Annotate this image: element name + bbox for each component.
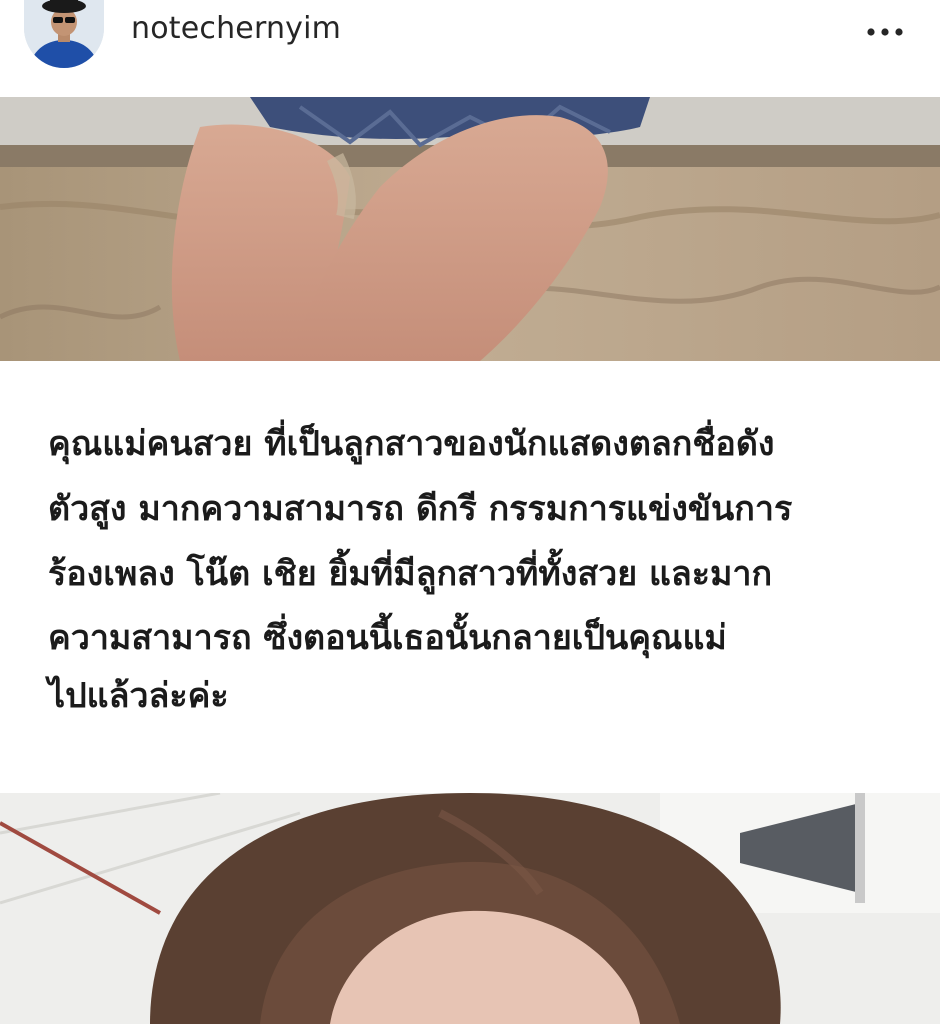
more-options-button[interactable] <box>858 15 912 49</box>
caption-line: ไปแล้วล่ะค่ะ <box>48 676 229 716</box>
post-photo-bottom[interactable] <box>0 793 940 1024</box>
more-options-icon <box>867 28 903 36</box>
profile-photo-icon <box>24 0 104 68</box>
caption-line: ร้องเพลง โน๊ต เชิย ยิ้มที่มีลูกสาวที่ทั้… <box>48 554 773 594</box>
username-link[interactable]: notechernyim <box>131 11 341 46</box>
post-photo-top[interactable] <box>0 97 940 361</box>
caption-panel: คุณแม่คนสวย ที่เป็นลูกสาวของนักแสดงตลกชื… <box>0 361 940 793</box>
avatar[interactable] <box>24 0 104 68</box>
caption-line: ความสามารถ ซึ่งตอนนี้เธอนั้นกลายเป็นคุณแ… <box>48 618 727 658</box>
caption-line: ตัวสูง มากความสามารถ ดีกรี กรรมการแข่งขั… <box>48 489 793 529</box>
caption-line: คุณแม่คนสวย ที่เป็นลูกสาวของนักแสดงตลกชื… <box>48 424 775 464</box>
post-header: notechernyim <box>0 0 940 97</box>
